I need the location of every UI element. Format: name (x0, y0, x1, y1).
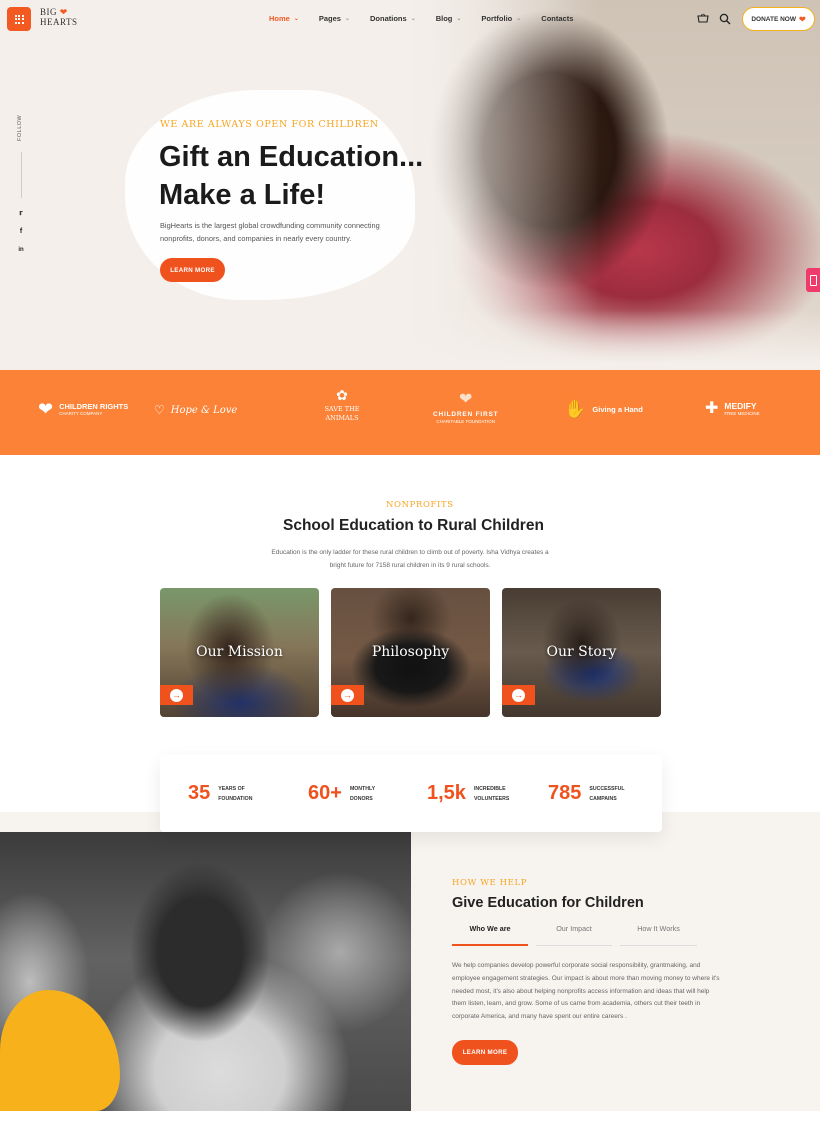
card-our-mission[interactable]: Our Mission → (160, 588, 319, 717)
partners-band: ❤ CHILDREN RIGHTS CHARITY COMPANY ♡ Hope … (0, 370, 820, 455)
follow-divider (21, 152, 22, 198)
hero-photo (380, 0, 820, 370)
arrow-right-icon: → (170, 688, 183, 702)
partner-children-rights[interactable]: ❤ CHILDREN RIGHTS CHARITY COMPANY (38, 400, 128, 418)
partner-save-the-animals[interactable]: ✿ SAVE THE ANIMALS (322, 388, 362, 423)
nav-item-contacts[interactable]: Contacts (541, 14, 573, 23)
partner-hope-love[interactable]: ♡ Hope & Love (154, 404, 237, 416)
nonprofits-kicker: NONPROFITS (386, 500, 454, 510)
arrow-right-button[interactable]: → (502, 685, 535, 705)
heart-icon: ❤ (458, 391, 473, 408)
linkedin-icon[interactable]: in (16, 245, 26, 255)
help-tabs: Who We are Our Impact How It Works (452, 924, 697, 946)
stat-campaigns: 785 SUCCESSFUL CAMPAINS (548, 782, 625, 804)
partner-medify[interactable]: ✚ MEDIFY FREE MEDICINE (705, 401, 760, 417)
footer-strip (0, 1111, 820, 1140)
nonprofits-title: School Education to Rural Children (283, 517, 544, 534)
stat-years: 35 YEARS OF FOUNDATION (188, 782, 253, 804)
search-icon[interactable] (719, 13, 731, 25)
menu-icon[interactable] (7, 7, 31, 31)
logo[interactable]: BIG ❤ HEARTS (40, 7, 77, 27)
arrow-right-button[interactable]: → (331, 685, 364, 705)
follow-label: FOLLOW (17, 114, 23, 141)
hero-title: Gift an Education... Make a Life! (159, 141, 424, 211)
chevron-down-icon: ⌄ (410, 16, 416, 22)
card-philosophy[interactable]: Philosophy → (331, 588, 490, 717)
heart-icon: ❤ (59, 7, 68, 17)
hero-kicker: WE ARE ALWAYS OPEN FOR CHILDREN (160, 119, 379, 130)
nav-item-pages[interactable]: Pages ⌄ (319, 14, 350, 23)
main-menu: Home ⌄ Pages ⌄ Donations ⌄ Blog ⌄ Portfolio ⌄… (269, 14, 593, 23)
help-kicker: HOW WE HELP (452, 878, 528, 888)
twitter-icon[interactable]: 𝕣 (16, 209, 26, 219)
facebook-icon[interactable]: f (16, 227, 26, 237)
hero-learn-more-button[interactable]: LEARN MORE (160, 258, 225, 282)
arrow-right-icon: → (512, 688, 525, 702)
top-navigation: BIG ❤ HEARTS Home ⌄ Pages ⌄ Donations ⌄ Blo… (0, 0, 820, 40)
stat-volunteers: 1,5k INCREDIBLE VOLUNTEERS (427, 782, 510, 804)
children-rights-icon: ❤ (38, 399, 54, 419)
hero-description: BigHearts is the largest global crowdfun… (160, 221, 380, 243)
chevron-down-icon: ⌄ (456, 16, 462, 22)
chevron-down-icon: ⌄ (344, 16, 351, 22)
medical-cross-icon: ✚ (705, 400, 719, 417)
arrow-right-icon: → (341, 688, 354, 702)
chevron-down-icon: ⌄ (293, 16, 299, 22)
help-description: We help companies develop powerful corpo… (452, 962, 720, 1021)
stat-donors: 60+ MONTHLY DONORS (308, 782, 376, 804)
help-title: Give Education for Children (452, 895, 644, 911)
nonprofits-description: Education is the only ladder for these r… (271, 549, 549, 569)
partner-children-first[interactable]: ❤ CHILDREN FIRST CHARITABLE FOUNDATION (433, 392, 498, 425)
stats-panel: 35 YEARS OF FOUNDATION 60+ MONTHLY DONORS … (160, 755, 662, 832)
partner-giving-a-hand[interactable]: ✋ Giving a Hand (564, 400, 643, 418)
mobile-preview-icon[interactable] (806, 268, 820, 292)
nav-item-donations[interactable]: Donations ⌄ (370, 14, 416, 23)
arrow-right-button[interactable]: → (160, 685, 193, 705)
tab-how-it-works[interactable]: How It Works (620, 924, 697, 946)
hand-icon: ✋ (564, 399, 587, 419)
nav-item-blog[interactable]: Blog ⌄ (436, 14, 462, 23)
tab-our-impact[interactable]: Our Impact (536, 924, 612, 946)
cart-icon[interactable] (697, 13, 709, 25)
chevron-down-icon: ⌄ (516, 16, 522, 22)
heart-outline-icon: ♡ (154, 403, 165, 417)
donate-now-button[interactable]: DONATE NOW ❤ (742, 7, 815, 31)
nav-item-home[interactable]: Home ⌄ (269, 14, 299, 23)
heart-icon: ❤ (798, 14, 806, 24)
paw-icon: ✿ (336, 387, 348, 403)
tab-who-we-are[interactable]: Who We are (452, 924, 528, 946)
card-our-story[interactable]: Our Story → (502, 588, 661, 717)
help-learn-more-button[interactable]: LEARN MORE (452, 1040, 518, 1065)
nav-item-portfolio[interactable]: Portfolio ⌄ (481, 14, 521, 23)
